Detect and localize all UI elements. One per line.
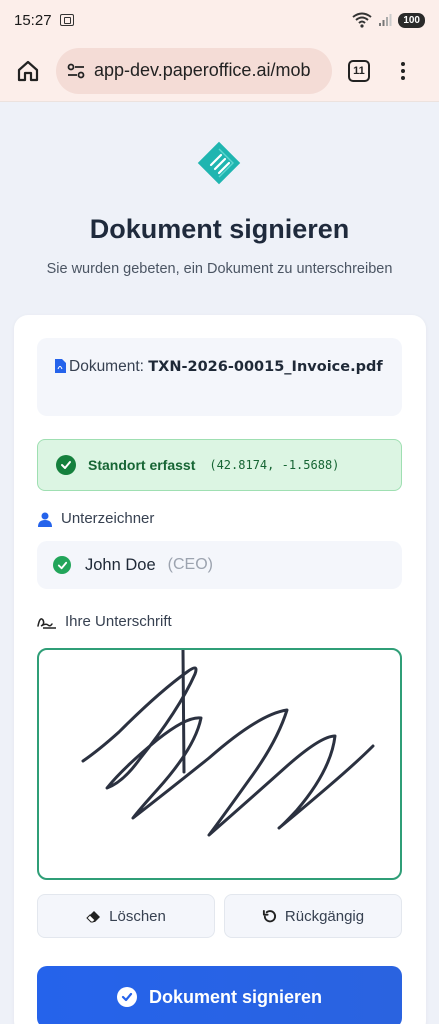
signature-icon: [37, 617, 56, 629]
undo-label: Rückgängig: [284, 907, 365, 925]
signer-row: John Doe (CEO): [37, 541, 402, 589]
sign-document-label: Dokument signieren: [148, 986, 323, 1007]
check-circle-icon: [53, 556, 71, 574]
battery-badge: 100: [398, 12, 425, 28]
user-icon: [38, 512, 52, 527]
signer-name: John Doe: [85, 555, 156, 574]
undo-icon: [262, 909, 276, 922]
document-label: Dokument:: [69, 358, 144, 375]
signature-section-text: Ihre Unterschrift: [65, 613, 172, 630]
url-text: app-dev.paperoffice.ai/mob: [94, 60, 311, 80]
page-title: Dokument signieren: [89, 214, 350, 244]
status-bar: 15:27 100: [0, 0, 439, 40]
menu-dots-icon[interactable]: [400, 61, 406, 80]
check-circle-icon: [56, 455, 76, 475]
signer-role: (CEO): [167, 556, 213, 573]
signer-section-text: Unterzeichner: [61, 510, 155, 527]
browser-toolbar: app-dev.paperoffice.ai/mob 11: [0, 40, 439, 102]
paperoffice-logo: [197, 141, 241, 185]
signal-icon: [379, 14, 392, 26]
screen-record-icon: [59, 14, 74, 26]
tab-switcher-button[interactable]: 11: [348, 59, 370, 82]
signer-section-label: Unterzeichner: [37, 510, 154, 527]
page-subtitle: Sie wurden gebeten, ein Dokument zu unte…: [46, 261, 393, 277]
status-icons: 100: [352, 12, 425, 28]
location-label: Standort erfasst: [88, 457, 196, 473]
status-time: 15:27: [14, 11, 52, 29]
signature-section-label: Ihre Unterschrift: [37, 613, 172, 630]
clear-button[interactable]: Löschen: [37, 894, 215, 938]
document-filename: TXN-2026-00015_Invoice.pdf: [148, 359, 383, 375]
tune-icon[interactable]: [66, 61, 86, 81]
undo-button[interactable]: Rückgängig: [224, 894, 402, 938]
document-info: Dokument: TXN-2026-00015_Invoice.pdf: [37, 338, 402, 416]
signature-stroke: [81, 648, 375, 837]
eraser-icon: [86, 910, 101, 922]
sign-document-button[interactable]: Dokument signieren: [37, 966, 402, 1024]
address-bar[interactable]: app-dev.paperoffice.ai/mob: [56, 47, 332, 94]
location-coords: (42.8174, -1.5688): [209, 458, 340, 472]
home-icon: [17, 60, 39, 81]
clear-label: Löschen: [109, 907, 166, 925]
signature-pad[interactable]: [37, 648, 402, 880]
wifi-icon: [352, 12, 372, 28]
location-status: Standort erfasst (42.8174, -1.5688): [37, 439, 402, 491]
pdf-icon: [55, 359, 66, 373]
check-circle-icon: [116, 987, 137, 1007]
home-button[interactable]: [12, 55, 44, 87]
